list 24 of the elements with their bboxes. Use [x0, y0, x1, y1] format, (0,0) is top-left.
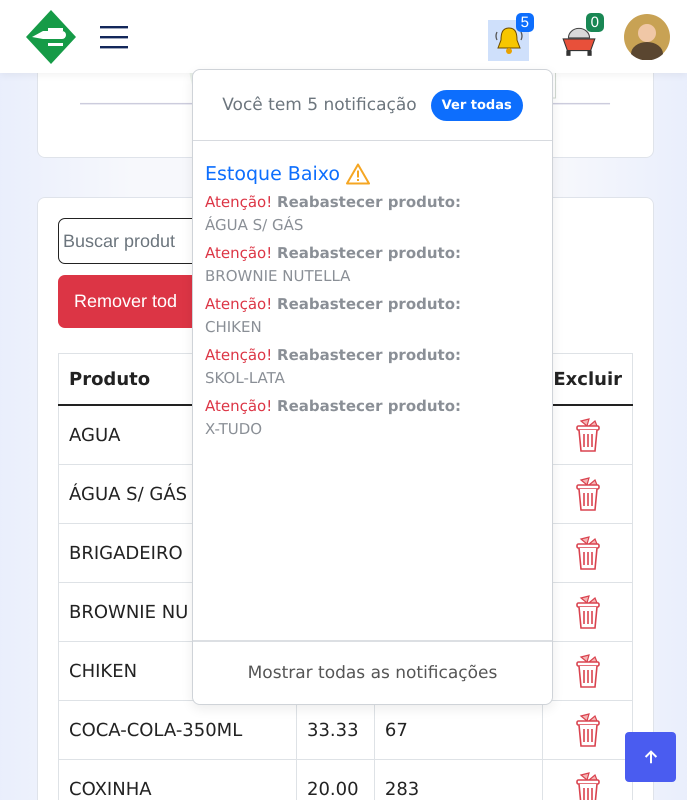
warning-icon — [346, 163, 370, 185]
avatar[interactable] — [624, 14, 670, 60]
table-cell: COXINHA — [58, 760, 297, 800]
view-all-button[interactable]: Ver todas — [430, 90, 523, 120]
section-title: Estoque Baixo — [205, 163, 340, 185]
trash-icon[interactable] — [574, 417, 601, 453]
trash-icon[interactable] — [574, 771, 601, 800]
notification-text: Atenção! Reabastecer produto: — [205, 192, 462, 213]
logo-icon[interactable] — [26, 10, 76, 64]
trash-icon[interactable] — [574, 535, 601, 571]
order-button[interactable]: 0 — [558, 12, 604, 60]
show-all-link[interactable]: Mostrar todas as notificações — [193, 640, 552, 704]
product-name: X-TUDO — [205, 419, 264, 440]
trash-icon[interactable] — [574, 653, 601, 689]
trash-icon[interactable] — [574, 476, 601, 512]
trash-icon[interactable] — [574, 594, 601, 630]
menu-icon[interactable] — [100, 24, 128, 48]
trash-icon[interactable] — [574, 712, 601, 748]
notification-button[interactable]: 5 — [488, 12, 534, 60]
order-badge: 0 — [586, 12, 604, 32]
scroll-top-button[interactable] — [625, 732, 676, 782]
dropdown-title: Você tem 5 notificação — [222, 95, 417, 115]
product-name: SKOL-LATA — [205, 368, 286, 389]
notification-badge: 5 — [516, 12, 534, 32]
